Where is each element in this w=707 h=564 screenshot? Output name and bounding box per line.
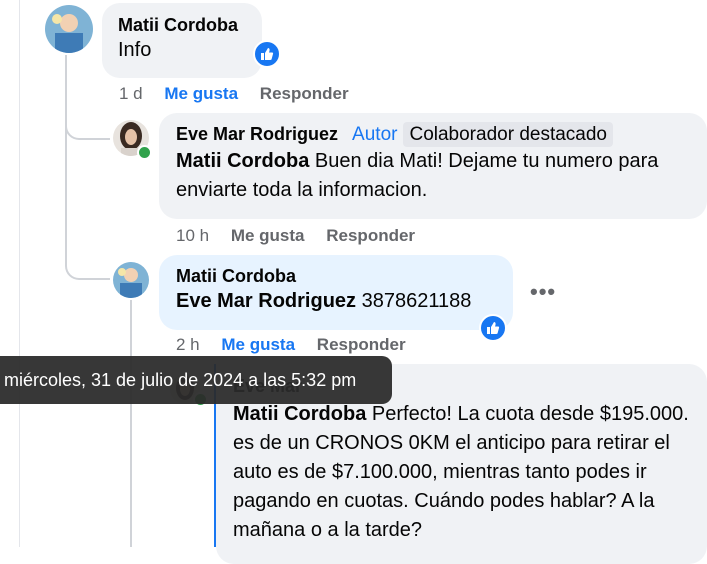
comment-bubble: Eve Mar Rodriguez Autor Colaborador destac… <box>159 113 707 219</box>
thread-connector <box>65 255 110 280</box>
comment-text: Info <box>118 39 152 61</box>
comment-text: Matii Cordoba Perfecto! La cuota desde $… <box>233 403 689 541</box>
like-button[interactable]: Me gusta <box>221 335 295 354</box>
like-button[interactable]: Me gusta <box>231 226 305 245</box>
online-status-icon <box>137 145 152 160</box>
comment-author[interactable]: Eve Mar Rodriguez <box>176 124 338 144</box>
comment-text: Eve Mar Rodriguez 3878621188 <box>176 290 472 312</box>
comment-time[interactable]: 10 h <box>176 226 209 245</box>
author-badge: Autor <box>352 124 398 145</box>
comment-actions: 1 d Me gusta Responder <box>119 84 366 104</box>
comment-actions: 10 h Me gusta Responder <box>176 226 432 246</box>
comment-actions: 2 h Me gusta Responder <box>176 335 423 355</box>
reply-button[interactable]: Responder <box>260 84 349 103</box>
like-button[interactable]: Me gusta <box>164 84 238 103</box>
timestamp-tooltip: miércoles, 31 de julio de 2024 a las 5:3… <box>0 356 392 404</box>
thread-line <box>65 55 67 255</box>
avatar[interactable] <box>45 5 93 53</box>
like-reaction-icon[interactable] <box>479 314 507 342</box>
thread-connector <box>65 120 110 140</box>
page-left-border <box>19 0 20 547</box>
collaborator-badge: Colaborador destacado <box>403 122 613 147</box>
like-reaction-icon[interactable] <box>253 40 281 68</box>
comment-text: Matii Cordoba Buen dia Mati! Dejame tu n… <box>176 150 659 201</box>
thread-line <box>130 300 132 547</box>
avatar[interactable] <box>113 262 149 298</box>
comment-time[interactable]: 2 h <box>176 335 200 354</box>
comment-bubble: Matii Cordoba Info <box>102 3 262 78</box>
reply-button[interactable]: Responder <box>326 226 415 245</box>
comment-time[interactable]: 1 d <box>119 84 143 103</box>
mention-link[interactable]: Matii Cordoba <box>176 150 309 172</box>
comment-author[interactable]: Matii Cordoba <box>176 266 496 287</box>
reply-button[interactable]: Responder <box>317 335 406 354</box>
comment-bubble: Matii Cordoba Eve Mar Rodriguez 38786211… <box>159 255 513 330</box>
mention-link[interactable]: Eve Mar Rodriguez <box>176 290 356 312</box>
comment-author[interactable]: Matii Cordoba <box>118 15 246 36</box>
more-options-icon[interactable]: ••• <box>530 279 556 305</box>
mention-link[interactable]: Matii Cordoba <box>233 403 366 425</box>
